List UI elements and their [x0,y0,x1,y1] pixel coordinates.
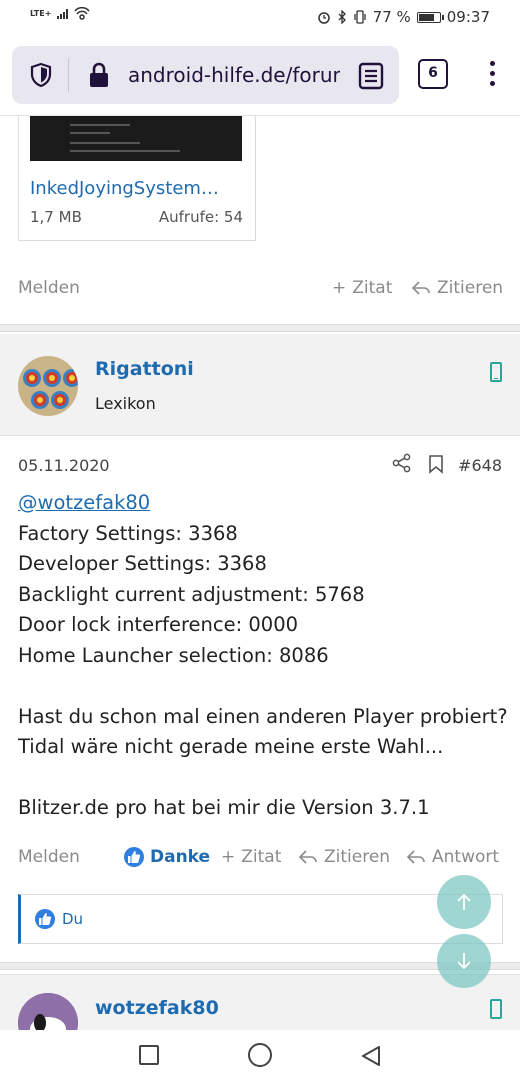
plus-icon: + [332,278,347,298]
reply-label: Antwort [432,847,500,867]
back-icon[interactable] [360,1045,382,1067]
status-left: LTE+ [30,6,90,20]
likes-summary[interactable]: Du [18,894,503,944]
recent-apps-icon[interactable] [139,1045,159,1065]
archery-targets-avatar-image [18,356,78,416]
author-name-link[interactable]: Rigattoni [95,358,194,380]
network-type: LTE+ [30,8,52,18]
next-post-author-header: wotzefak80 [0,974,520,1030]
bookmark-icon[interactable] [428,454,444,474]
address-divider [68,58,69,92]
thanks-button[interactable]: Danke [124,847,210,867]
bluetooth-icon [338,10,346,24]
overflow-menu-icon[interactable] [482,61,502,91]
post-number-link[interactable]: #648 [458,456,502,475]
share-icon[interactable] [392,453,412,473]
attachment-filename-link[interactable]: InkedJoyingSystem… [30,178,245,199]
reply-arrow-icon [411,281,430,295]
lock-icon[interactable] [88,61,110,89]
quote-button[interactable]: + Zitat [221,847,281,867]
reply-button[interactable]: Antwort [406,847,499,867]
author-role: Lexikon [95,394,156,413]
attachment-size: 1,7 MB [30,208,82,226]
home-icon[interactable] [248,1043,272,1067]
scroll-to-bottom-button[interactable] [437,934,491,988]
post-line: Factory Settings: 3368 [18,521,238,545]
thumbs-up-icon [35,909,55,929]
cite-button[interactable]: Zitieren [298,847,390,867]
system-navigation-bar [0,1030,520,1080]
mobile-device-icon [490,999,502,1019]
post-separator [0,324,520,332]
post-line: Backlight current adjustment: 5768 [18,582,365,606]
snoopy-avatar-image [18,993,78,1030]
battery-percent: 77 % [372,8,411,26]
alarm-icon [317,12,330,24]
vibrate-icon [354,10,366,24]
battery-icon [416,11,444,23]
post-author-header: Rigattoni Lexikon [0,334,520,436]
clock: 09:37 [446,8,490,26]
scroll-to-top-button[interactable] [437,875,491,929]
address-bar[interactable]: android-hilfe.de/forum [12,46,399,104]
post-line: Developer Settings: 3368 [18,552,267,575]
post-line: Hast du schon mal einen anderen Player p… [18,704,508,728]
cite-label: Zitieren [437,278,504,298]
post-body: @wotzefak80 Factory Settings: 3368 Devel… [18,488,508,824]
quote-label: Zitat [241,847,282,867]
report-link[interactable]: Melden [18,847,80,867]
url-text[interactable]: android-hilfe.de/forum [128,63,340,87]
reader-mode-icon[interactable] [358,62,384,90]
status-right: 77 % 09:37 [317,8,490,26]
post-date[interactable]: 05.11.2020 [18,456,110,475]
post-line: Tidal wäre nicht gerade meine erste Wahl… [18,735,444,758]
attachment-card[interactable]: InkedJoyingSystem… 1,7 MB Aufrufe: 54 [18,116,256,241]
forum-thread-content: InkedJoyingSystem… 1,7 MB Aufrufe: 54 Me… [0,116,520,1030]
likes-text[interactable]: Du [62,910,83,928]
post-actions: Melden Danke + Zitat Zitieren Antwort [0,847,520,877]
tracking-protection-shield-icon[interactable] [30,62,52,88]
reply-arrow-icon [298,850,317,864]
arrow-up-icon [457,893,471,910]
browser-toolbar: android-hilfe.de/forum 6 [0,36,520,116]
reply-arrow-icon [406,850,425,864]
cite-label: Zitieren [324,847,391,867]
quote-button[interactable]: + Zitat [332,278,392,298]
post-line: Home Launcher selection: 8086 [18,643,329,667]
signal-icon [57,7,69,19]
thumbs-up-icon [124,847,144,867]
quote-label: Zitat [352,278,393,298]
hotspot-icon [74,6,90,20]
cite-button[interactable]: Zitieren [411,278,503,298]
avatar[interactable] [18,356,78,416]
post-line: Door lock interference: 0000 [18,613,299,636]
attachment-thumbnail[interactable] [30,116,242,161]
avatar[interactable] [18,993,78,1030]
user-mention-link[interactable]: @wotzefak80 [18,491,150,514]
mobile-device-icon [490,362,502,382]
previous-post-actions: Melden + Zitat Zitieren [0,278,520,308]
status-bar: LTE+ 77 % 09:37 [0,0,520,36]
author-name-link[interactable]: wotzefak80 [95,997,219,1019]
post-line: Blitzer.de pro hat bei mir die Version 3… [18,796,430,819]
attachment-views: Aufrufe: 54 [158,208,243,226]
thanks-label: Danke [150,847,211,867]
report-link[interactable]: Melden [18,278,80,298]
arrow-down-icon [457,953,471,970]
plus-icon: + [221,847,236,867]
tabs-count-button[interactable]: 6 [418,59,448,89]
